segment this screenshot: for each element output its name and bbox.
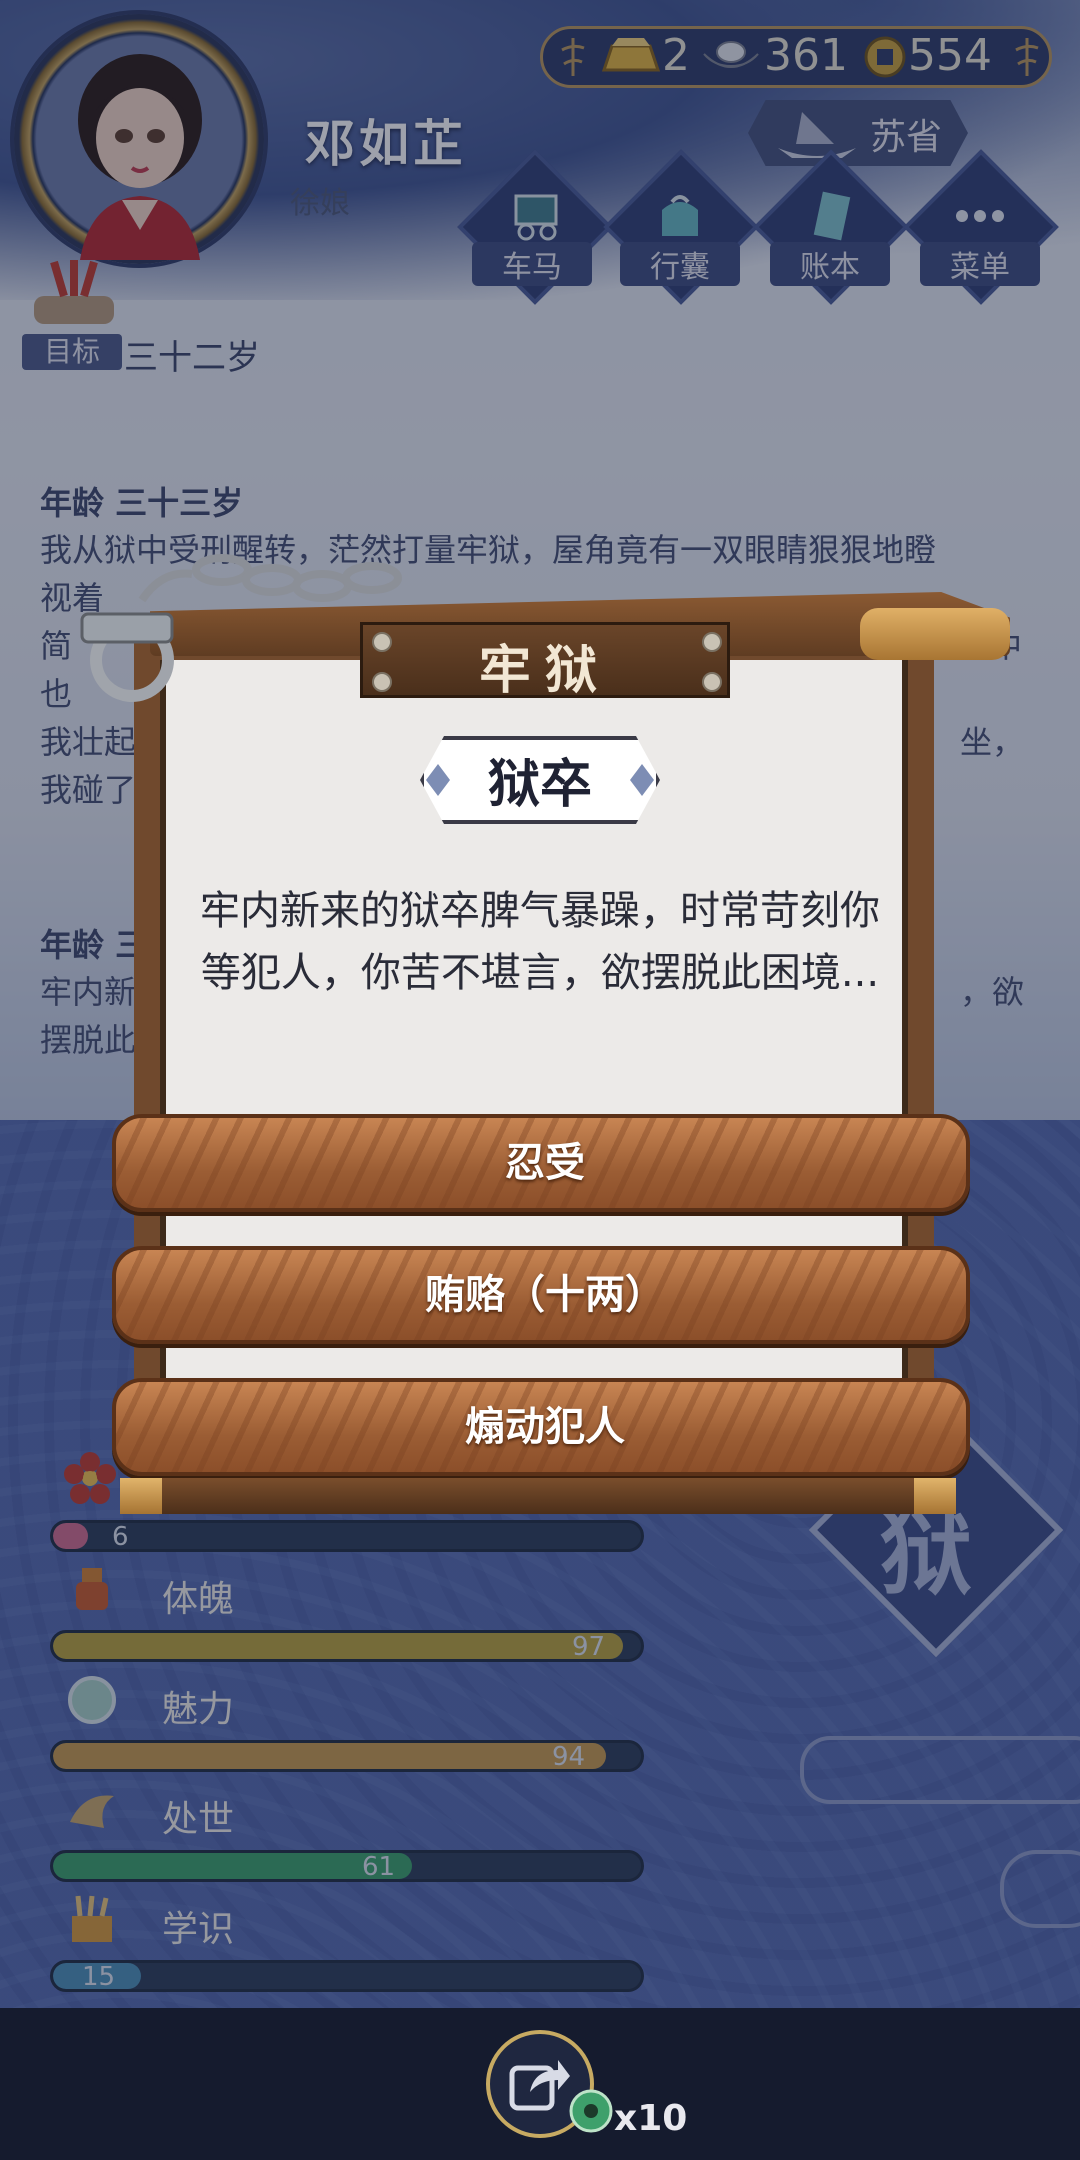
- choice-endure-button[interactable]: 忍受: [112, 1114, 970, 1212]
- choice-label: 忍受: [505, 1140, 585, 1186]
- event-description: 牢内新来的狱卒脾气暴躁，时常苛刻你等犯人，你苦不堪言，欲摆脱此困境...: [200, 888, 880, 996]
- event-name: 狱卒: [487, 755, 592, 815]
- scroll-rail-cap: [914, 1478, 956, 1514]
- choice-label: 贿赂（十两）: [425, 1272, 665, 1318]
- multiplier-count: x10: [614, 2098, 688, 2139]
- choice-label: 煽动犯人: [465, 1404, 625, 1450]
- scroll-rail-ornament: [860, 608, 1010, 660]
- scroll-bottom-rail: [120, 1478, 956, 1514]
- share-icon: [509, 2060, 570, 2111]
- choice-incite-button[interactable]: 煽动犯人: [112, 1378, 970, 1476]
- chain-shackle-icon: [80, 554, 402, 702]
- scroll-rail-cap: [120, 1478, 162, 1514]
- jade-coin-icon: [569, 2089, 613, 2133]
- choice-bribe-button[interactable]: 贿赂（十两）: [112, 1246, 970, 1344]
